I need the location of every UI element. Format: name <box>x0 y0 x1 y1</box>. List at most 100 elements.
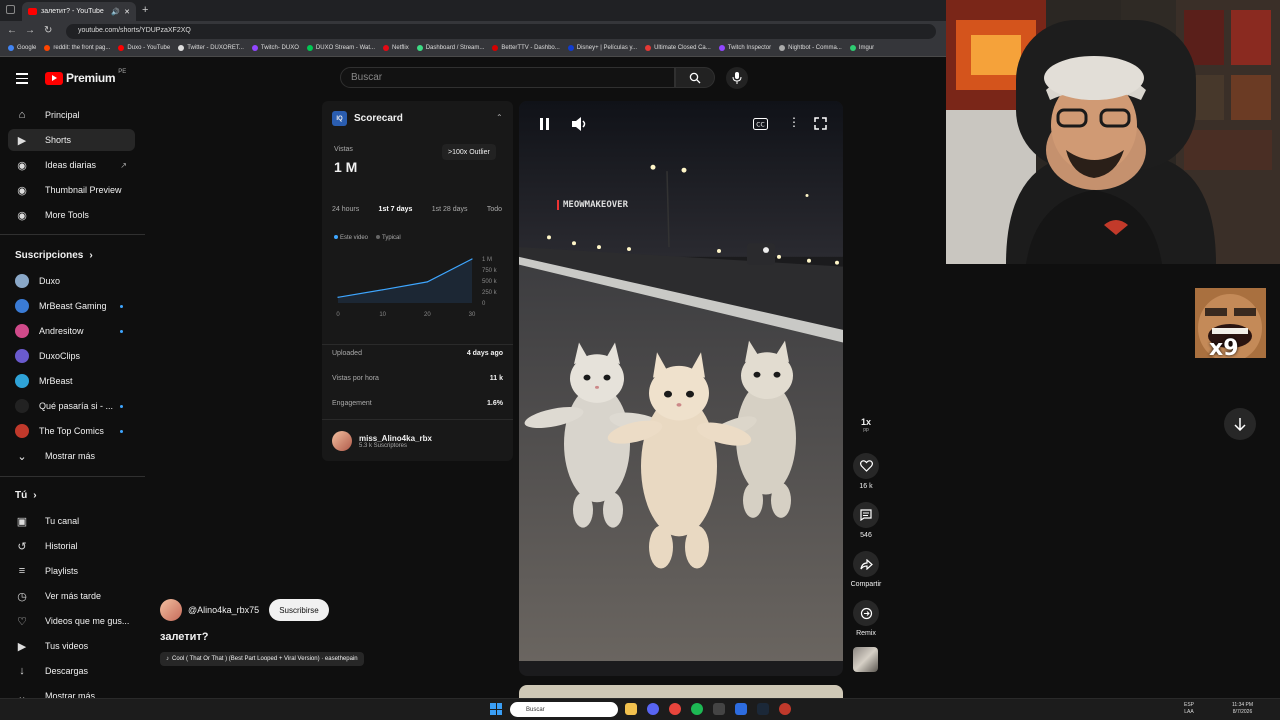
pause-button[interactable] <box>539 117 550 135</box>
iq-logo-icon: IQ <box>332 111 347 126</box>
subscription-item[interactable]: DuxoClips <box>8 345 135 367</box>
browser-tab[interactable]: залетит? - YouTube 🔊 ✕ <box>22 2 136 21</box>
sidebar-item-label: Tus videos <box>45 641 89 651</box>
search-button[interactable] <box>675 67 715 88</box>
like-button[interactable]: 16 k <box>852 453 880 490</box>
subscription-item[interactable]: The Top Comics <box>8 420 135 442</box>
next-video-button[interactable] <box>1224 408 1256 440</box>
app-icon[interactable] <box>735 703 747 715</box>
comment-button[interactable]: 546 <box>852 502 880 539</box>
music-chip[interactable]: ♪ Cool ( That Or That ) (Best Part Loope… <box>160 652 364 666</box>
video-channel-row: @Alino4ka_rbx75 Suscribirse <box>160 599 329 621</box>
language-indicator[interactable]: ESP LAA <box>1184 702 1194 716</box>
fullscreen-button[interactable] <box>814 117 827 135</box>
more-options-icon[interactable]: ⋮ <box>788 116 800 128</box>
bookmark-label: DUXO Stream - Wat... <box>315 45 376 51</box>
voice-search-button[interactable] <box>726 67 748 89</box>
subscription-item[interactable]: Qué pasaría si - ... <box>8 395 135 417</box>
sidebar-item-like[interactable]: ♡ Videos que me gus... <box>8 610 135 632</box>
bookmark-item[interactable]: Ultimate Closed Ca... <box>645 45 711 51</box>
chrome-icon[interactable] <box>669 703 681 715</box>
sidebar-item-more-tools[interactable]: ◉ More Tools <box>8 204 135 226</box>
volume-button[interactable] <box>571 117 587 136</box>
bookmark-item[interactable]: Google <box>8 45 36 51</box>
bookmark-item[interactable]: Duxo - YouTube <box>118 45 170 51</box>
chevron-right-icon: › <box>33 490 37 501</box>
sidebar-item-clock[interactable]: ◷ Ver más tarde <box>8 585 135 607</box>
app-icon[interactable] <box>713 703 725 715</box>
tab-close-icon[interactable]: ✕ <box>124 8 130 16</box>
sidebar-item-shorts[interactable]: ▶ Shorts <box>8 129 135 151</box>
sidebar-item-thumbnail-preview[interactable]: ◉ Thumbnail Preview <box>8 179 135 201</box>
x-tick-label: 10 <box>379 312 386 318</box>
subscription-item[interactable]: MrBeast <box>8 370 135 392</box>
tab-audio-icon[interactable]: 🔊 <box>111 8 120 16</box>
discord-icon[interactable] <box>647 703 659 715</box>
next-short-preview[interactable] <box>519 685 843 698</box>
new-content-dot <box>120 329 123 333</box>
audio-thumbnail[interactable] <box>853 647 878 672</box>
search-input[interactable]: Buscar <box>340 67 675 88</box>
captions-button[interactable]: CC <box>753 117 768 135</box>
bookmark-item[interactable]: BetterTTV - Dashbo... <box>492 45 560 51</box>
bookmark-item[interactable]: Netflix <box>383 45 409 51</box>
bookmark-item[interactable]: Imgur <box>849 45 874 51</box>
back-icon[interactable]: ← <box>7 25 17 36</box>
taskbar-search[interactable]: Buscar <box>510 702 618 717</box>
url-field[interactable]: youtube.com/shorts/YDUPzaXF2XQ <box>66 24 936 39</box>
reload-icon[interactable]: ↻ <box>44 25 52 36</box>
show-more-button[interactable]: ⌄ Mostrar más <box>8 445 135 467</box>
remix-button[interactable]: Remix <box>852 600 880 637</box>
clock[interactable]: 11:34 PM 8/7/2026 <box>1232 702 1253 716</box>
youtube-logo[interactable]: Premium PE <box>45 69 126 85</box>
sidebar-item-download[interactable]: ↓ Descargas <box>8 660 135 682</box>
bookmark-label: Nightbot - Comma... <box>788 45 842 51</box>
sidebar-item-history[interactable]: ↺ Historial <box>8 535 135 557</box>
steam-icon[interactable] <box>757 703 769 715</box>
scorecard-channel[interactable]: miss_Alino4ka_rbx 5.3 k Suscriptores <box>332 431 432 451</box>
windows-start-icon[interactable] <box>490 703 502 715</box>
bookmark-item[interactable]: Twitch Inspector <box>718 45 771 51</box>
subscription-item[interactable]: Andresitow <box>8 320 135 342</box>
collapse-icon[interactable]: ⌃ <box>496 113 503 122</box>
sidebar-item-ideas-diarias[interactable]: ◉ Ideas diarias ↗ <box>8 154 135 176</box>
menu-icon[interactable] <box>16 73 28 87</box>
share-button[interactable]: Compartir <box>846 551 886 588</box>
period-tab[interactable]: 24 hours <box>332 206 359 213</box>
channel-avatar[interactable] <box>160 599 182 621</box>
new-tab-button[interactable]: + <box>142 4 148 16</box>
bookmark-item[interactable]: Nightbot - Comma... <box>779 45 842 51</box>
bookmark-favicon-icon <box>779 45 786 51</box>
subscription-item[interactable]: Duxo <box>8 270 135 292</box>
subscriptions-heading[interactable]: Suscripciones › <box>15 250 93 261</box>
sidebar-item-channel[interactable]: ▣ Tu canal <box>8 510 135 532</box>
bookmark-item[interactable]: DUXO Stream - Wat... <box>306 45 376 51</box>
period-tab[interactable]: 1st 28 days <box>432 206 468 213</box>
scorecard-header[interactable]: IQ Scorecard <box>332 111 403 126</box>
playback-speed-button[interactable]: 1x pp <box>852 417 880 433</box>
obs-icon[interactable] <box>779 703 791 715</box>
channel-icon: ▣ <box>16 515 28 528</box>
period-tab[interactable]: Todo <box>487 206 502 213</box>
bookmark-item[interactable]: Disney+ | Películas y... <box>567 45 637 51</box>
shorts-video-player[interactable]: MEOWMAKEOVER CC ⋮ <box>519 101 843 676</box>
sidebar-item-video[interactable]: ▶ Tus videos <box>8 635 135 657</box>
period-tab[interactable]: 1st 7 days <box>379 206 413 213</box>
subscribe-button[interactable]: Suscribirse <box>269 599 329 621</box>
bookmark-item[interactable]: Twitch- DUXO <box>251 45 299 51</box>
sidebar-item-principal[interactable]: ⌂ Principal <box>8 104 135 126</box>
tab-search-icon[interactable] <box>6 5 15 14</box>
subscription-item[interactable]: MrBeast Gaming <box>8 295 135 317</box>
bookmark-item[interactable]: reddit: the front pag... <box>44 45 110 51</box>
spotify-icon[interactable] <box>691 703 703 715</box>
music-note-icon: ♪ <box>166 656 169 662</box>
forward-icon[interactable]: → <box>25 25 35 36</box>
bookmark-item[interactable]: Twitter - DUXORET... <box>178 45 244 51</box>
chevron-down-icon: ⌄ <box>17 450 27 463</box>
bookmark-item[interactable]: Dashboard / Stream... <box>416 45 484 51</box>
channel-handle[interactable]: @Alino4ka_rbx75 <box>188 605 259 615</box>
file-explorer-icon[interactable] <box>625 703 637 715</box>
you-heading[interactable]: Tú › <box>15 490 37 501</box>
sidebar-item-playlist[interactable]: ≡ Playlists <box>8 560 135 582</box>
subscription-label: Andresitow <box>39 326 84 336</box>
